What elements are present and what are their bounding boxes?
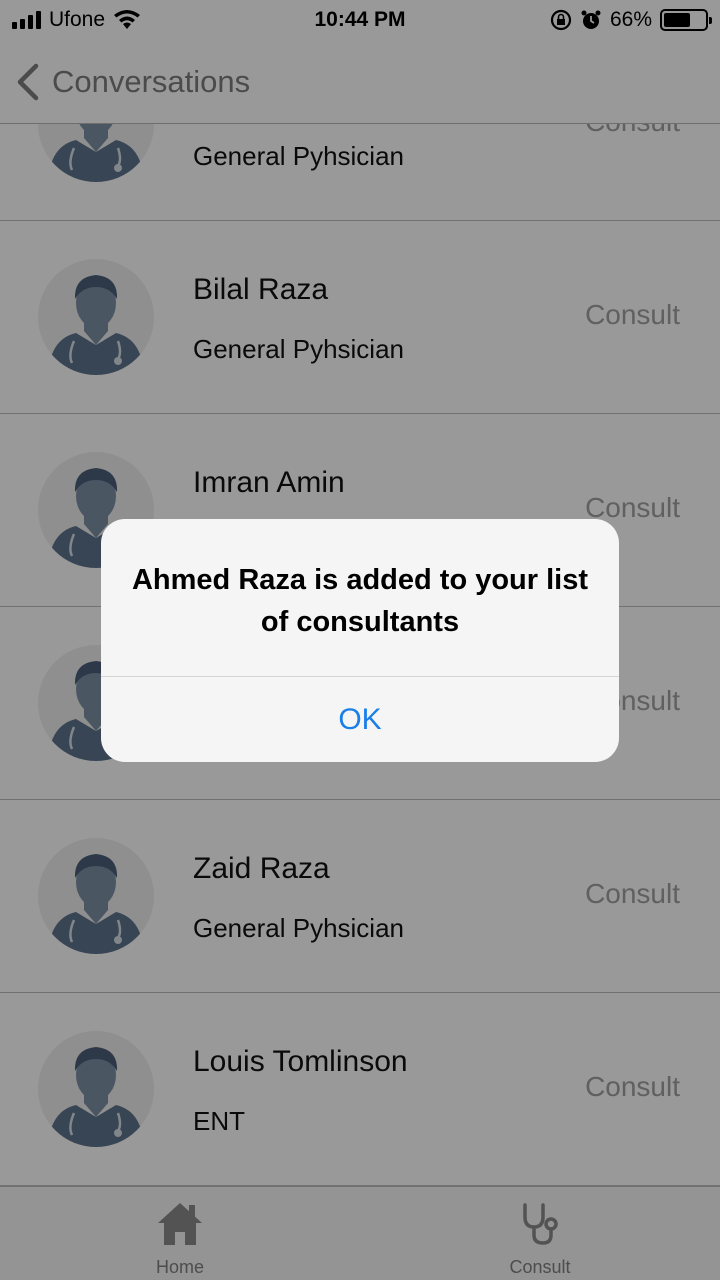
alert-message: Ahmed Raza is added to your list of cons… [131,564,589,638]
alert-dialog: Ahmed Raza is added to your list of cons… [101,519,619,762]
alert-ok-button[interactable]: OK [101,677,619,762]
app-screen: Ufone 10:44 PM 66% Conversations General… [0,0,720,1280]
